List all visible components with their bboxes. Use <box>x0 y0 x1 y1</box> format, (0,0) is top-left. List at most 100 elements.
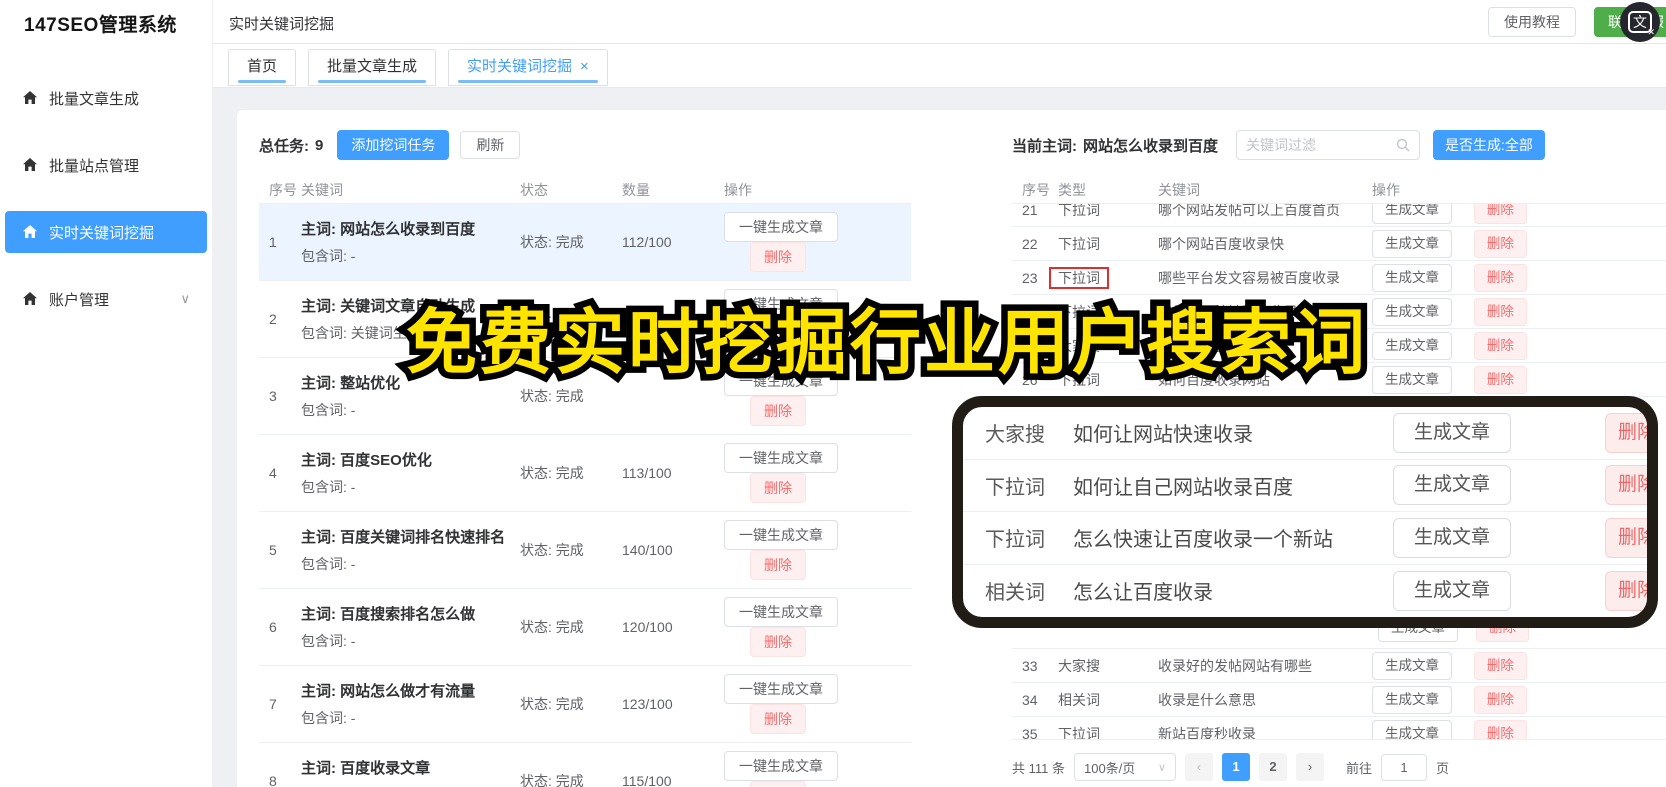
generate-article-button[interactable]: 生成文章 <box>1372 651 1452 680</box>
next-page-button[interactable]: › <box>1295 753 1324 781</box>
tutorial-button[interactable]: 使用教程 <box>1488 7 1576 37</box>
row-index: 25 <box>1022 337 1038 354</box>
generate-article-button[interactable]: 生成文章 <box>1372 229 1452 258</box>
generate-article-button[interactable]: 生成文章 <box>1393 412 1512 453</box>
page-label: 页 <box>1436 760 1450 776</box>
table-row[interactable]: 23 下拉词 哪些平台发文容易被百度收录 生成文章 删除 <box>1012 261 1666 295</box>
search-icon <box>1396 138 1410 152</box>
add-task-button[interactable]: 添加挖词任务 <box>337 130 450 160</box>
delete-button[interactable]: 删除 <box>1473 365 1527 394</box>
table-row[interactable]: 8 主词: 百度收录文章 包含词: 收录 状态: 完成 115/100 一键生成… <box>259 743 911 787</box>
task-main-keyword: 主词: 百度SEO优化 <box>301 451 432 469</box>
task-quantity: 123/100 <box>622 696 673 712</box>
generate-article-button[interactable]: 生成文章 <box>1372 719 1452 739</box>
delete-button[interactable]: 删除 <box>750 319 806 349</box>
table-row[interactable]: 35 下拉词 新站百度秒收录 生成文章 删除 <box>1012 717 1666 740</box>
delete-button[interactable]: 删除 <box>750 242 806 272</box>
page-size-select[interactable]: 100条/页 ∨ <box>1073 753 1176 781</box>
keyword-type: 下拉词 <box>1058 725 1100 740</box>
delete-button[interactable]: 删除 <box>1605 465 1647 506</box>
page-title: 实时关键词挖掘 <box>229 16 335 33</box>
generate-articles-button[interactable]: 一键生成文章 <box>724 674 838 704</box>
row-index: 7 <box>269 696 277 712</box>
translate-widget-icon[interactable]: 文 ✕ <box>1620 2 1660 42</box>
table-row[interactable]: 4 主词: 百度SEO优化 包含词: - 状态: 完成 113/100 一键生成… <box>259 435 911 512</box>
generate-articles-button[interactable]: 一键生成文章 <box>724 597 838 627</box>
keyword-type: 下拉词 <box>1058 235 1100 252</box>
table-row[interactable]: 33 大家搜 收录好的发帖网站有哪些 生成文章 删除 <box>1012 649 1666 683</box>
sidebar-item[interactable]: 批量文章生成 ∨ <box>5 77 207 119</box>
generate-article-button[interactable]: 生成文章 <box>1372 331 1452 360</box>
generate-article-button[interactable]: 生成文章 <box>1372 685 1452 714</box>
tab-close-icon[interactable]: × <box>580 58 589 75</box>
delete-button[interactable]: 删除 <box>750 473 806 503</box>
delete-button[interactable]: 删除 <box>1473 651 1527 680</box>
goto-page-input[interactable] <box>1381 753 1427 781</box>
table-row[interactable]: 7 主词: 网站怎么做才有流量 包含词: - 状态: 完成 123/100 一键… <box>259 666 911 743</box>
generate-articles-button[interactable]: 一键生成文章 <box>724 366 838 396</box>
table-row[interactable]: 21 下拉词 哪个网站发帖可以上百度首页 生成文章 删除 <box>1012 204 1666 227</box>
keyword-text: 如何让百度收录网站 <box>1158 337 1284 354</box>
delete-button[interactable]: 删除 <box>1473 719 1527 739</box>
delete-button[interactable]: 删除 <box>1473 685 1527 714</box>
sidebar-item[interactable]: 账户管理 ∨ <box>5 278 207 320</box>
page-number-button[interactable]: 2 <box>1258 753 1287 781</box>
generate-articles-button[interactable]: 一键生成文章 <box>724 443 838 473</box>
page-number-button[interactable]: 1 <box>1221 753 1250 781</box>
generate-article-button[interactable]: 生成文章 <box>1393 570 1512 611</box>
table-row[interactable]: 24 下拉词 如何让网站被百度收录 生成文章 删除 <box>1012 295 1666 329</box>
generate-articles-button[interactable]: 一键生成文章 <box>724 212 838 242</box>
delete-button[interactable]: 删除 <box>750 781 806 787</box>
delete-button[interactable]: 删除 <box>1605 570 1647 611</box>
delete-button[interactable]: 删除 <box>1605 517 1647 558</box>
table-row[interactable]: 26 下拉词 如何百度收录网站 生成文章 删除 <box>1012 363 1666 397</box>
table-row[interactable]: 1 主词: 网站怎么收录到百度 包含词: - 状态: 完成 112/100 一键… <box>259 204 911 281</box>
keyword-text: 哪个网站发帖可以上百度首页 <box>1158 204 1340 218</box>
delete-button[interactable]: 删除 <box>1473 204 1527 224</box>
refresh-button[interactable]: 刷新 <box>460 131 521 159</box>
table-row[interactable]: 6 主词: 百度搜索排名怎么做 包含词: - 状态: 完成 120/100 一键… <box>259 589 911 666</box>
sidebar: 147SEO管理系统 批量文章生成 ∨ 批量站点管理 ∨ 实时关键词挖掘 ∨ <box>0 0 213 787</box>
row-index: 5 <box>269 542 277 558</box>
table-row[interactable]: 34 相关词 收录是什么意思 生成文章 删除 <box>1012 683 1666 717</box>
table-row[interactable]: 25 大家搜 如何让百度收录网站 生成文章 删除 <box>1012 329 1666 363</box>
delete-button[interactable]: 删除 <box>750 396 806 426</box>
generate-article-button[interactable]: 生成文章 <box>1372 365 1452 394</box>
delete-button[interactable]: 删除 <box>750 627 806 657</box>
prev-page-button[interactable]: ‹ <box>1184 753 1213 781</box>
sidebar-item[interactable]: 实时关键词挖掘 ∨ <box>5 211 207 253</box>
delete-button[interactable]: 删除 <box>1473 297 1527 326</box>
sidebar-item[interactable]: 批量站点管理 ∨ <box>5 144 207 186</box>
tab[interactable]: 实时关键词挖掘 × <box>448 49 608 86</box>
table-row[interactable]: 3 主词: 整站优化 包含词: - 状态: 完成 一键生成文章 删除 <box>259 358 911 435</box>
generate-articles-button[interactable]: 一键生成文章 <box>724 520 838 550</box>
delete-button[interactable]: 删除 <box>1473 331 1527 360</box>
row-index: 24 <box>1022 303 1038 320</box>
table-row[interactable]: 22 下拉词 哪个网站百度收录快 生成文章 删除 <box>1012 227 1666 261</box>
delete-button[interactable]: 删除 <box>750 550 806 580</box>
table-row[interactable]: 2 主词: 关键词文章自动生成 包含词: 关键词生成 状态: 完成 100/10… <box>259 281 911 358</box>
generate-article-button[interactable]: 生成文章 <box>1393 517 1512 558</box>
generate-articles-button[interactable]: 一键生成文章 <box>724 751 838 781</box>
keyword-filter-input[interactable] <box>1246 137 1397 153</box>
chevron-down-icon[interactable]: ∨ <box>180 291 190 307</box>
home-icon <box>23 91 37 104</box>
task-status: 状态: 完成 <box>520 619 584 635</box>
tab[interactable]: 首页× <box>228 49 297 86</box>
tab-bar: 首页× 批量文章生成× 实时关键词挖掘 × <box>213 44 1666 88</box>
generate-article-button[interactable]: 生成文章 <box>1372 263 1452 292</box>
table-row[interactable]: 5 主词: 百度关键词排名快速排名 包含词: - 状态: 完成 140/100 … <box>259 512 911 589</box>
sidebar-item-label: 批量文章生成 <box>49 90 140 108</box>
delete-button[interactable]: 删除 <box>750 704 806 734</box>
delete-button[interactable]: 删除 <box>1605 412 1647 453</box>
generate-article-button[interactable]: 生成文章 <box>1372 204 1452 224</box>
delete-button[interactable]: 删除 <box>1473 263 1527 292</box>
generate-article-button[interactable]: 生成文章 <box>1393 465 1512 506</box>
delete-button[interactable]: 删除 <box>1473 229 1527 258</box>
keyword-text: 收录好的发帖网站有哪些 <box>1158 657 1312 674</box>
generate-articles-button[interactable]: 一键生成文章 <box>724 289 838 319</box>
generate-all-button[interactable]: 是否生成:全部 <box>1433 130 1545 160</box>
tab[interactable]: 批量文章生成× <box>308 49 437 86</box>
keyword-type: 相关词 <box>985 582 1045 605</box>
generate-article-button[interactable]: 生成文章 <box>1372 297 1452 326</box>
